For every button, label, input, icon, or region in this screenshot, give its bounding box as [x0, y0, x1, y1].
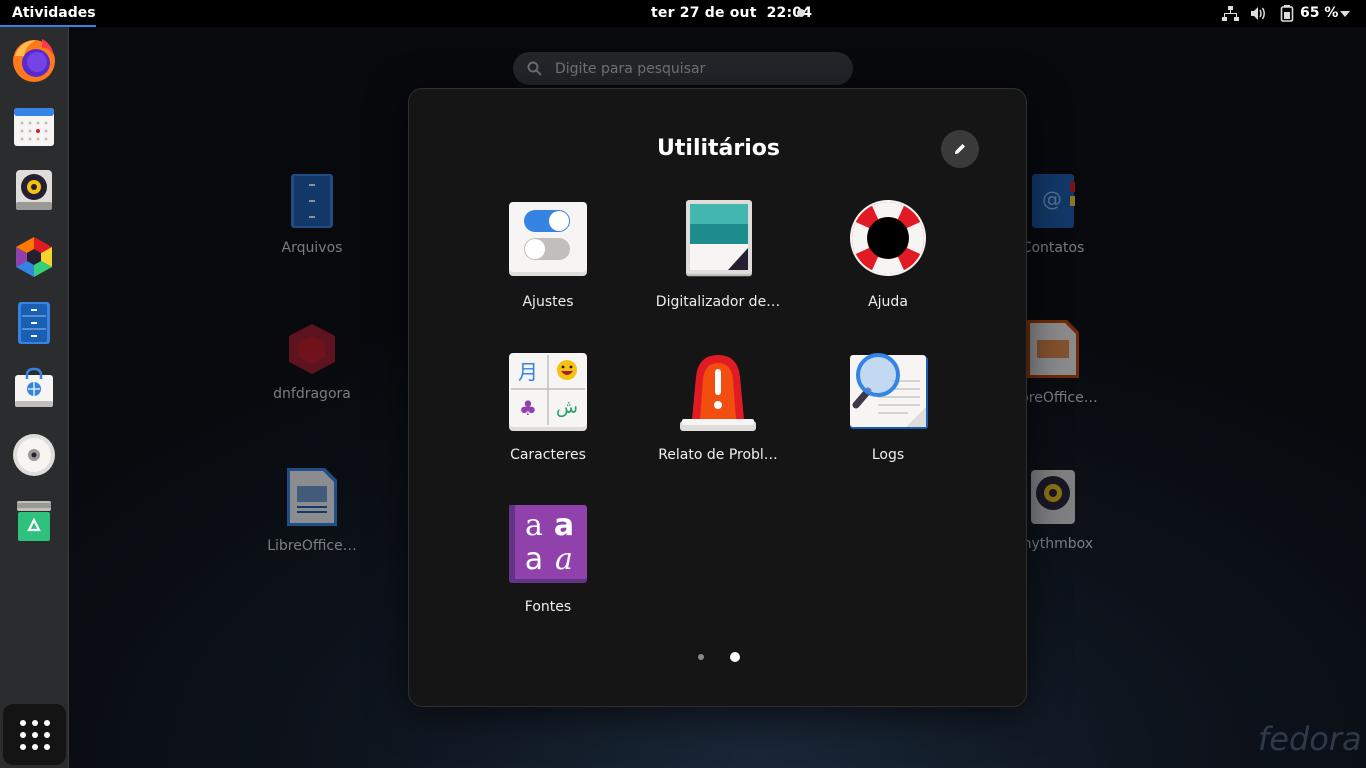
app-label: Caracteres: [510, 447, 586, 463]
app-relato-de-problemas[interactable]: Relato de Probl…: [650, 351, 786, 491]
calendar-icon[interactable]: [10, 102, 58, 150]
files-icon: [291, 174, 333, 228]
characters-icon: 月 ♣ ش: [509, 353, 587, 431]
activities-button[interactable]: Atividades: [0, 0, 96, 27]
scanner-icon: [686, 200, 752, 277]
contacts-icon: @: [1032, 174, 1075, 228]
svg-text:@: @: [1042, 187, 1062, 211]
clock-date: ter 27 de out: [651, 5, 757, 21]
app-label: Digitalizador de…: [655, 294, 781, 310]
notification-dot-icon: [797, 9, 805, 17]
bg-app-libreoffice-writer[interactable]: LibreOffice…: [257, 466, 367, 554]
logs-magnifier-icon: [850, 353, 928, 429]
battery-icon[interactable]: [1280, 5, 1294, 22]
volume-icon[interactable]: [1250, 5, 1267, 22]
app-label: Logs: [871, 447, 905, 463]
search-input[interactable]: [555, 60, 835, 78]
help-lifebuoy-icon: [850, 200, 926, 276]
svg-text:a: a: [525, 542, 543, 577]
tweaks-icon: [509, 202, 587, 276]
libreoffice-impress-icon: [1027, 320, 1079, 378]
app-logs[interactable]: Logs: [820, 351, 956, 491]
clock-time: 22:04: [766, 5, 813, 21]
show-apps-button[interactable]: [3, 704, 66, 765]
page-dot-1[interactable]: [698, 654, 704, 660]
firefox-icon[interactable]: [10, 36, 58, 84]
app-fontes[interactable]: a a a a Fontes: [480, 503, 616, 643]
svg-text:ش: ش: [556, 397, 578, 418]
app-label: Ajustes: [522, 294, 574, 310]
fedora-wordmark: fedora: [1258, 720, 1362, 758]
battery-percent[interactable]: 65 %: [1300, 5, 1338, 21]
files-icon[interactable]: [10, 299, 58, 347]
app-label: Relato de Probl…: [658, 447, 778, 463]
desktop-overview: Atividades ter 27 de out 22:04 65 % Digi…: [0, 0, 1366, 768]
bg-app-arquivos[interactable]: Arquivos: [257, 172, 367, 256]
fonts-icon: a a a a: [509, 505, 587, 583]
app-folder-dialog: Utilitários Ajustes Digitalizador de… Aj…: [408, 88, 1027, 707]
dnfdragora-icon: [289, 324, 335, 374]
show-apps-icon: [20, 720, 50, 750]
app-ajuda[interactable]: Ajuda: [820, 198, 956, 338]
rhythmbox-icon: [1031, 470, 1075, 524]
app-caracteres[interactable]: 月 ♣ ش Caracteres: [480, 351, 616, 491]
app-label: Fontes: [524, 599, 572, 615]
dash: [0, 27, 69, 768]
svg-text:♣: ♣: [519, 396, 537, 420]
bg-app-label: Arquivos: [281, 240, 343, 256]
page-dot-2-active[interactable]: [730, 652, 740, 662]
app-digitalizador[interactable]: Digitalizador de…: [650, 198, 786, 338]
software-icon[interactable]: [10, 364, 58, 412]
app-icon[interactable]: [10, 233, 58, 281]
clock[interactable]: ter 27 de out 22:04: [651, 5, 812, 21]
network-icon[interactable]: [1222, 5, 1239, 22]
libreoffice-writer-icon: [287, 468, 337, 526]
pencil-icon: [955, 144, 965, 154]
search-icon: [527, 61, 542, 76]
svg-text:月: 月: [518, 360, 538, 384]
problem-reporter-siren-icon: [680, 355, 756, 431]
top-bar: Atividades ter 27 de out 22:04 65 %: [0, 0, 1366, 27]
bg-app-label: LibreOffice…: [267, 538, 357, 554]
bg-app-label: dnfdragora: [273, 386, 351, 402]
system-menu-arrow-icon[interactable]: [1340, 11, 1350, 17]
app-ajustes[interactable]: Ajustes: [480, 198, 616, 338]
bg-app-dnfdragora[interactable]: dnfdragora: [257, 322, 367, 402]
svg-text:a: a: [555, 542, 573, 577]
page-indicator: [409, 650, 1028, 664]
rhythmbox-icon[interactable]: [10, 166, 58, 214]
svg-text:a: a: [554, 508, 574, 543]
search-bar[interactable]: [513, 52, 853, 85]
svg-text:a: a: [525, 508, 543, 543]
trash-icon[interactable]: [10, 497, 58, 545]
app-label: Ajuda: [868, 294, 908, 310]
folder-title[interactable]: Utilitários: [409, 136, 1028, 161]
rename-folder-button[interactable]: [941, 130, 979, 168]
disc-icon[interactable]: [10, 431, 58, 479]
